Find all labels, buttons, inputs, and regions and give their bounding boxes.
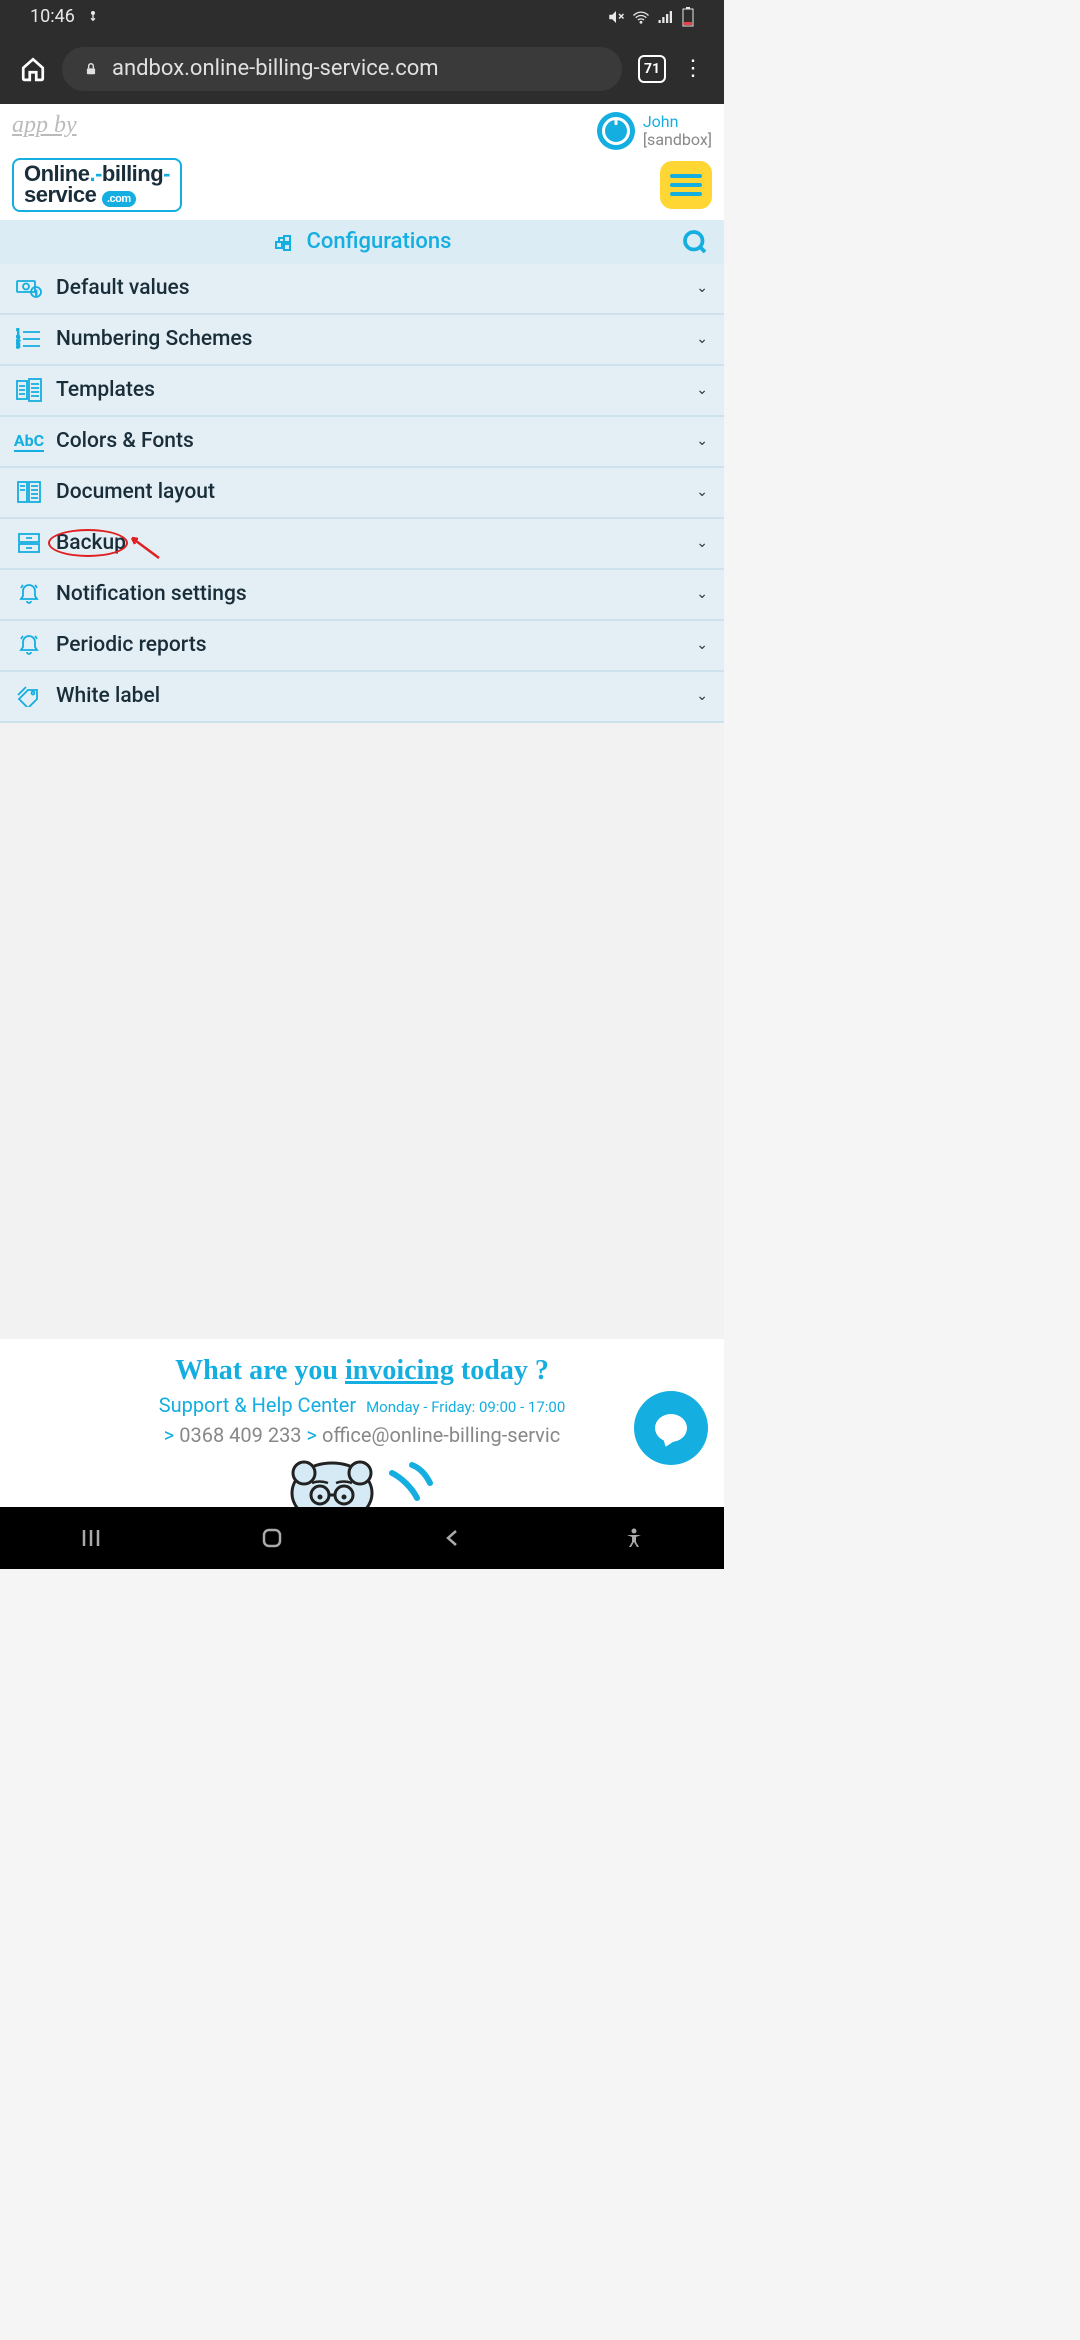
menu-item-colors-fonts[interactable]: AbC Colors & Fonts ⌄ (0, 417, 724, 468)
wifi-icon (632, 8, 650, 26)
menu-item-label: Notification settings (56, 582, 682, 606)
menu-item-white-label[interactable]: White label ⌄ (0, 672, 724, 723)
abc-icon: AbC (16, 428, 42, 454)
menu-item-templates[interactable]: Templates ⌄ (0, 366, 724, 417)
chat-fab-button[interactable] (634, 1391, 708, 1465)
bell-icon (16, 581, 42, 607)
svg-text:1: 1 (34, 290, 37, 297)
signal-icon (657, 8, 675, 26)
android-back-button[interactable] (435, 1520, 471, 1556)
menu-item-label: Periodic reports (56, 633, 682, 657)
accessibility-button[interactable] (616, 1520, 652, 1556)
url-bar[interactable]: andbox.online-billing-service.com (62, 47, 622, 91)
lock-icon (84, 62, 98, 76)
footer-headline: What are you invoicing today ? (12, 1355, 712, 1387)
support-hours: Monday - Friday: 09:00 - 17:00 (366, 1398, 565, 1416)
browser-toolbar: andbox.online-billing-service.com 71 ⋮ (0, 33, 724, 104)
menu-item-numbering-schemes[interactable]: 123 Numbering Schemes ⌄ (0, 315, 724, 366)
menu-item-notification-settings[interactable]: Notification settings ⌄ (0, 570, 724, 621)
support-phone[interactable]: 0368 409 233 (179, 1423, 301, 1447)
user-environment: [sandbox] (643, 131, 712, 149)
search-icon[interactable] (680, 227, 710, 257)
configurations-menu: 1 Default values ⌄ 123 Numbering Schemes… (0, 264, 724, 723)
url-text: andbox.online-billing-service.com (112, 56, 439, 81)
menu-item-label: Templates (56, 378, 682, 402)
user-info[interactable]: John [sandbox] (597, 112, 712, 150)
menu-item-label: Default values (56, 276, 682, 300)
menu-item-periodic-reports[interactable]: Periodic reports ⌄ (0, 621, 724, 672)
user-name: John (643, 113, 712, 131)
battery-low-icon (682, 7, 694, 27)
android-recents-button[interactable] (73, 1520, 109, 1556)
chevron-down-icon: ⌄ (696, 382, 708, 398)
menu-item-default-values[interactable]: 1 Default values ⌄ (0, 264, 724, 315)
site-logo[interactable]: Online.-billing- service .com (12, 158, 182, 212)
app-by-label: app by (12, 112, 77, 139)
chevron-down-icon: ⌄ (696, 484, 708, 500)
hamburger-menu-button[interactable] (660, 161, 712, 209)
tab-count-button[interactable]: 71 (638, 55, 666, 83)
empty-content-area (0, 723, 724, 1339)
status-app-icon (85, 9, 101, 25)
chevron-down-icon: ⌄ (696, 637, 708, 653)
section-header: Configurations (0, 220, 724, 264)
chat-bubble-icon (655, 1414, 687, 1442)
android-nav-bar (0, 1507, 724, 1569)
android-home-button[interactable] (254, 1520, 290, 1556)
page-footer: What are you invoicing today ? Support &… (0, 1339, 724, 1507)
svg-text:3: 3 (16, 342, 20, 350)
archive-icon (16, 530, 42, 556)
templates-icon (16, 377, 42, 403)
money-coins-icon: 1 (16, 275, 42, 301)
mascot-image (12, 1453, 712, 1507)
support-link[interactable]: Support & Help Center (159, 1393, 356, 1417)
chevron-down-icon: ⌄ (696, 331, 708, 347)
numbered-list-icon: 123 (16, 326, 42, 352)
menu-item-label: Colors & Fonts (56, 429, 682, 453)
status-time: 10:46 (30, 6, 75, 27)
bell-icon (16, 632, 42, 658)
section-title: Configurations (307, 229, 452, 254)
browser-more-icon[interactable]: ⋮ (682, 56, 704, 81)
annotation-arrow (124, 533, 164, 563)
browser-home-icon[interactable] (20, 56, 46, 82)
chevron-down-icon: ⌄ (696, 433, 708, 449)
menu-item-document-layout[interactable]: Document layout ⌄ (0, 468, 724, 519)
volume-mute-icon (607, 8, 625, 26)
configurations-icon (273, 230, 297, 254)
power-icon (597, 112, 635, 150)
annotation-circle (48, 529, 128, 557)
menu-item-label: White label (56, 684, 682, 708)
menu-item-backup[interactable]: Backup ⌄ (0, 519, 724, 570)
chevron-down-icon: ⌄ (696, 280, 708, 296)
android-status-bar: 10:46 (0, 0, 724, 33)
chevron-down-icon: ⌄ (696, 535, 708, 551)
support-email[interactable]: office@online-billing-servic (322, 1423, 560, 1447)
tag-icon (16, 683, 42, 709)
menu-item-label: Document layout (56, 480, 682, 504)
document-layout-icon (16, 479, 42, 505)
chevron-down-icon: ⌄ (696, 688, 708, 704)
chevron-down-icon: ⌄ (696, 586, 708, 602)
app-header: app by John [sandbox] Online.-billing- s… (0, 104, 724, 220)
menu-item-label: Numbering Schemes (56, 327, 682, 351)
